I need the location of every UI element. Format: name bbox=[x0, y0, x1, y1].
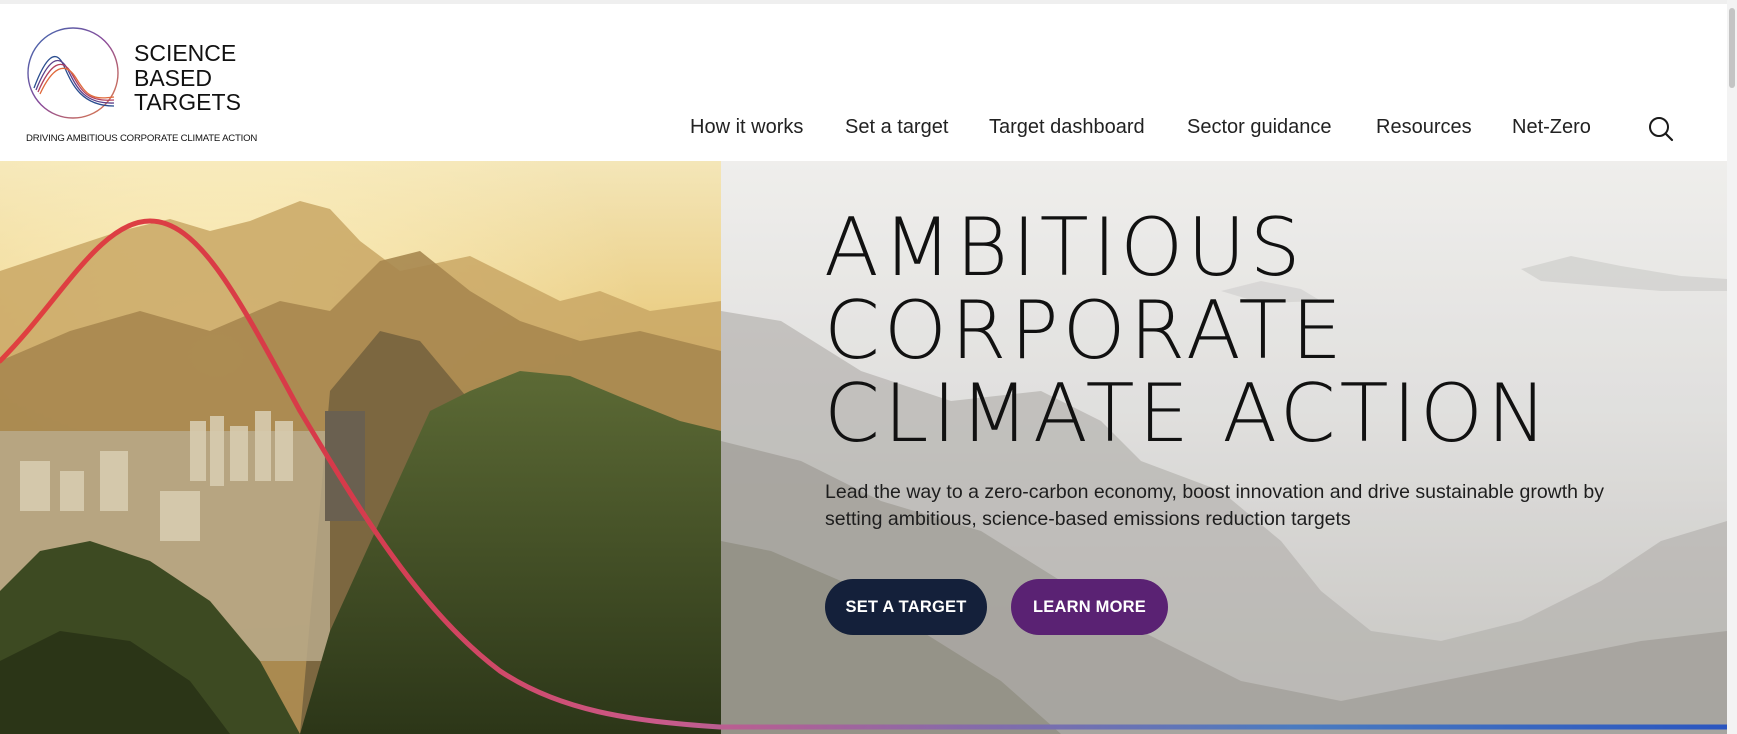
nav-net-zero[interactable]: Net-Zero bbox=[1512, 116, 1591, 139]
set-a-target-button[interactable]: SET A TARGET bbox=[825, 579, 987, 635]
headline-line-2: CORPORATE bbox=[824, 284, 1346, 377]
logo-tagline: DRIVING AMBITIOUS CORPORATE CLIMATE ACTI… bbox=[26, 133, 258, 144]
nav-set-a-target[interactable]: Set a target bbox=[845, 116, 948, 139]
headline-line-1: AMBITIOUS bbox=[824, 201, 1305, 294]
logo-word-1: SCIENCE bbox=[134, 40, 237, 66]
site-header: SCIENCE BASED TARGETS DRIVING AMBITIOUS … bbox=[0, 4, 1727, 161]
hero-photo-mountains bbox=[0, 161, 721, 734]
nav-resources[interactable]: Resources bbox=[1376, 116, 1472, 139]
hero-headline: AMBITIOUS CORPORATE CLIMATE ACTION bbox=[824, 206, 1551, 455]
page-scrollbar[interactable] bbox=[1727, 0, 1737, 734]
nav-sector-guidance[interactable]: Sector guidance bbox=[1187, 116, 1332, 139]
hero-lede: Lead the way to a zero-carbon economy, b… bbox=[825, 481, 1605, 530]
headline-line-3: CLIMATE ACTION bbox=[824, 367, 1551, 460]
page: SCIENCE BASED TARGETS DRIVING AMBITIOUS … bbox=[0, 0, 1737, 734]
search-icon[interactable] bbox=[1647, 115, 1675, 143]
logo-mark-icon bbox=[27, 27, 119, 119]
nav-target-dashboard[interactable]: Target dashboard bbox=[989, 116, 1145, 139]
nav-how-it-works[interactable]: How it works bbox=[690, 116, 803, 139]
logo-word-3: TARGETS bbox=[134, 89, 241, 115]
hero-banner: AMBITIOUS CORPORATE CLIMATE ACTION Lead … bbox=[0, 161, 1727, 734]
logo-word-2: BASED bbox=[134, 65, 212, 91]
scrollbar-thumb[interactable] bbox=[1729, 8, 1735, 88]
sbti-logo[interactable]: SCIENCE BASED TARGETS DRIVING AMBITIOUS … bbox=[26, 26, 258, 148]
learn-more-button[interactable]: LEARN MORE bbox=[1011, 579, 1168, 635]
